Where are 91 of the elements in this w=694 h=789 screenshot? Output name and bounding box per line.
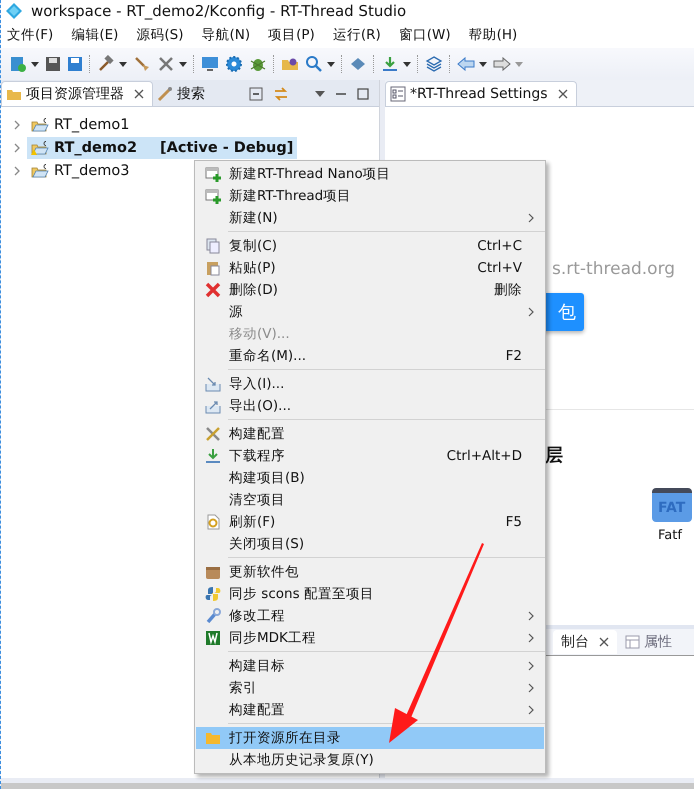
panel-tab[interactable]: 制台	[553, 630, 617, 654]
menu-item[interactable]: 下载程序 Ctrl+Alt+D	[196, 445, 544, 467]
editor-tab[interactable]: *RT-Thread Settings	[385, 81, 577, 106]
panel-tab[interactable]: 搜索	[153, 82, 213, 106]
window-title: workspace - RT_demo2/Kconfig - RT-Thread Studio	[31, 2, 406, 20]
expand-chevron-icon[interactable]	[13, 142, 21, 152]
caret-icon[interactable]	[479, 62, 487, 66]
expand-chevron-icon[interactable]	[13, 120, 21, 130]
layers-icon[interactable]	[425, 55, 443, 73]
checklist-icon	[390, 86, 406, 102]
menu-item[interactable]: 刷新(F) F5	[196, 511, 544, 533]
menu-item[interactable]: 源码(S)	[136, 26, 192, 44]
menu-item[interactable]: 文件(F)	[7, 26, 62, 44]
collapse-icon[interactable]	[249, 87, 263, 101]
caret-icon[interactable]	[119, 62, 127, 66]
hammer-icon[interactable]	[97, 55, 115, 73]
tile-logo-icon	[204, 630, 220, 646]
forward-arrow-icon[interactable]	[493, 55, 511, 73]
maximize-icon[interactable]	[357, 88, 369, 100]
gear-icon[interactable]	[225, 55, 243, 73]
expand-chevron-icon[interactable]	[13, 166, 21, 176]
close-icon[interactable]	[134, 89, 144, 99]
menu-item[interactable]: 构建配置	[196, 423, 544, 445]
back-arrow-icon[interactable]	[457, 55, 475, 73]
close-icon[interactable]	[558, 89, 568, 99]
package-label: Fatf	[657, 528, 682, 543]
chevron-right-icon	[528, 307, 534, 317]
close-icon[interactable]	[599, 637, 609, 647]
save-icon[interactable]	[45, 56, 61, 72]
menu-item[interactable]: 修改工程	[196, 605, 544, 627]
caret-icon[interactable]	[31, 62, 39, 66]
paste-icon	[204, 260, 220, 276]
copy-icon	[204, 238, 220, 254]
menu-item[interactable]: 导出(O)...	[196, 395, 544, 417]
menu-item[interactable]: 构建目标	[196, 655, 544, 677]
menu-item[interactable]: 窗口(W)	[398, 26, 459, 44]
menu-item[interactable]: 项目(P)	[268, 26, 323, 44]
section-heading: 层	[545, 444, 563, 467]
add-window-icon	[204, 166, 220, 182]
menu-item[interactable]: 从本地历史记录复原(Y)	[196, 749, 544, 771]
download-icon	[204, 448, 220, 464]
menu-item[interactable]: 导入(I)...	[196, 373, 544, 395]
menu-item[interactable]: 帮助(H)	[468, 26, 526, 44]
menu-item[interactable]: 粘贴(P) Ctrl+V	[196, 257, 544, 279]
menu-item[interactable]: 索引	[196, 677, 544, 699]
tree-item[interactable]: RT_demo3	[27, 160, 134, 182]
table-icon	[625, 635, 640, 649]
menu-item[interactable]: 导航(N)	[202, 26, 258, 44]
save-all-icon[interactable]	[67, 56, 83, 72]
tree-item[interactable]: RT_demo2 [Active - Debug]	[27, 136, 298, 158]
menu-item[interactable]: 新建(N)	[196, 207, 544, 229]
chevron-right-icon	[528, 683, 534, 693]
menu-item[interactable]: 构建配置	[196, 699, 544, 721]
wrench-icon	[204, 608, 220, 624]
menu-item[interactable]: 重命名(M)... F2	[196, 345, 544, 367]
menu-item[interactable]: 构建项目(B)	[196, 467, 544, 489]
menu-item[interactable]: 新建RT-Thread项目	[196, 185, 544, 207]
panel-tab[interactable]: 属性	[617, 630, 680, 654]
menu-item[interactable]: 更新软件包	[196, 561, 544, 583]
app-logo-icon	[5, 2, 23, 20]
import-icon	[204, 376, 220, 392]
box-icon	[204, 564, 220, 580]
menu-item[interactable]: 关闭项目(S)	[196, 533, 544, 555]
caret-icon[interactable]	[327, 62, 335, 66]
refresh-icon	[204, 514, 220, 530]
chevron-right-icon	[528, 705, 534, 715]
delete-icon	[204, 282, 220, 298]
two-tone-icon	[204, 586, 220, 602]
chevron-right-icon	[528, 633, 534, 643]
caret-icon[interactable]	[179, 62, 187, 66]
panel-tab[interactable]: 项目资源管理器	[1, 81, 153, 106]
monitor-icon[interactable]	[201, 55, 219, 73]
download-icon[interactable]	[381, 55, 399, 73]
menu-item[interactable]: 新建RT-Thread Nano项目	[196, 163, 544, 185]
menu-item[interactable]: 运行(R)	[332, 26, 389, 44]
folder-icon	[204, 730, 220, 746]
add-window-icon	[204, 188, 220, 204]
menu-item[interactable]: 编辑(E)	[71, 26, 126, 44]
view-menu-icon[interactable]	[315, 91, 325, 97]
chevron-right-icon	[528, 661, 534, 671]
caret-icon[interactable]	[403, 62, 411, 66]
chevron-right-icon	[528, 611, 534, 621]
chevron-right-icon	[528, 213, 534, 223]
menu-item[interactable]: 清空项目	[196, 489, 544, 511]
menu-item[interactable]: 同步 scons 配置至项目	[196, 583, 544, 605]
search-icon[interactable]	[305, 55, 323, 73]
tree-item[interactable]: RT_demo1	[27, 114, 134, 136]
menu-item[interactable]: 复制(C) Ctrl+C	[196, 235, 544, 257]
brush-icon[interactable]	[133, 55, 151, 73]
menu-item[interactable]: 打开资源所在目录	[196, 727, 544, 749]
pen-icon	[157, 86, 173, 102]
